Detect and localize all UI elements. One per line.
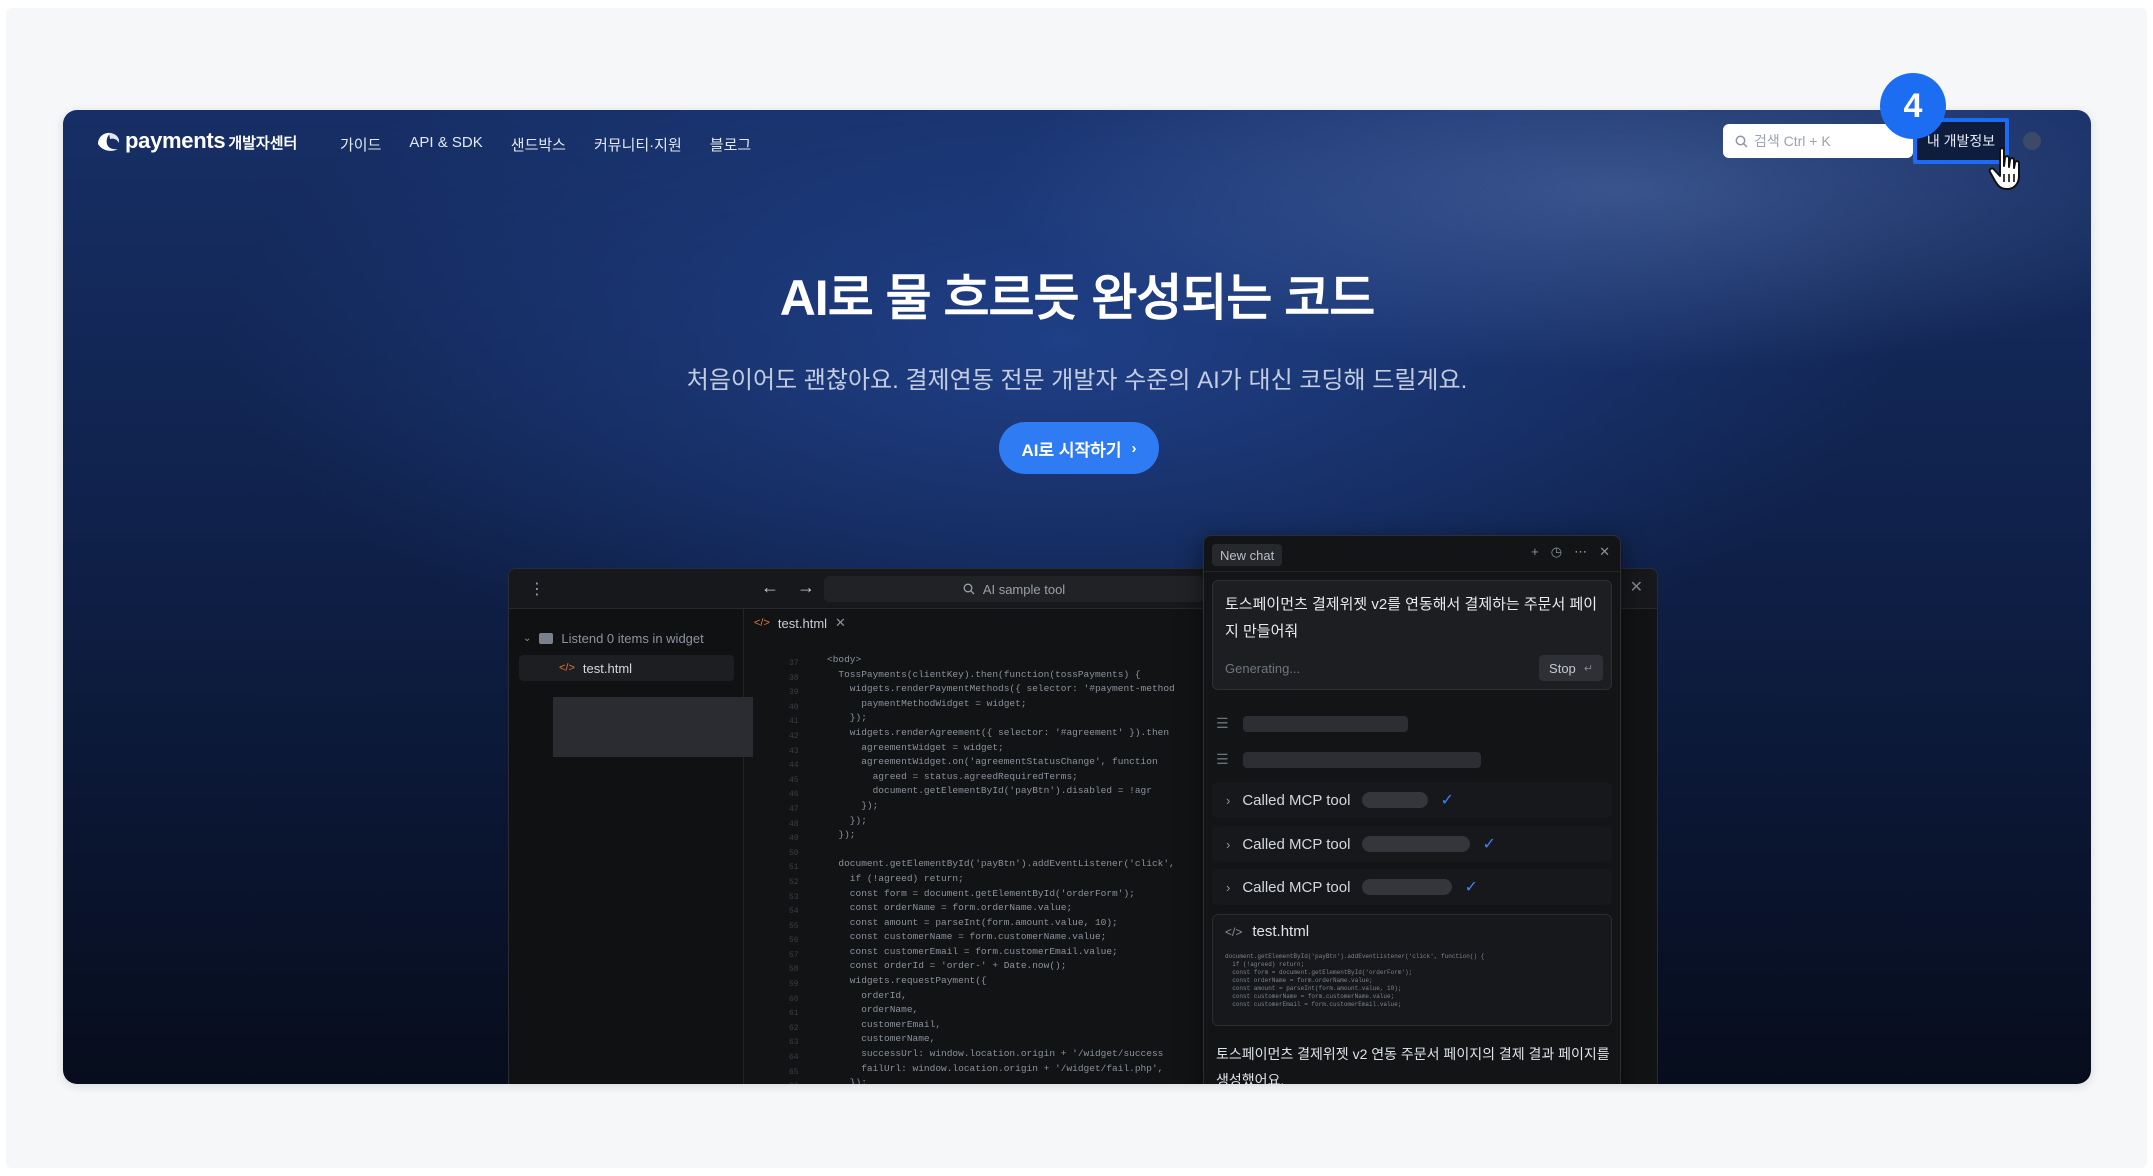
enter-key-icon: ↵ [1583,662,1593,675]
search-input[interactable] [1754,133,1904,149]
stop-button[interactable]: Stop ↵ [1539,655,1603,681]
file-explorer: ⌄ Listend 0 items in widget </> test.htm… [509,609,753,1084]
search-icon [1735,135,1748,148]
history-icon[interactable]: ◷ [1551,544,1562,560]
nav-link-blog[interactable]: 블로그 [710,134,751,155]
nav-link-guide[interactable]: 가이드 [340,134,381,155]
hand-pointer-icon [1988,147,2020,190]
plus-icon[interactable]: + [1531,544,1539,560]
search-icon [963,583,975,595]
top-nav: payments 개발자센터 가이드 API & SDK 샌드박스 커뮤니티·지… [63,110,2091,174]
file-label: test.html [582,660,633,676]
filter-icon: ☰ [1216,715,1229,731]
user-prompt: 토스페이먼츠 결제위젯 v2를 연동해서 결제하는 주문서 페이지 만들어줘 [1225,596,1598,640]
tool-call-label: Called MCP tool [1242,791,1351,809]
thinking-placeholder: ☰ [1216,751,1481,768]
prompt-box: 토스페이먼츠 결제위젯 v2를 연동해서 결제하는 주문서 페이지 만들어줘 G… [1212,580,1612,690]
hero-subtitle: 처음이어도 괜찮아요. 결제연동 전문 개발자 수준의 AI가 대신 코딩해 드… [686,367,1468,394]
more-horizontal-icon[interactable]: ⋯ [1574,544,1587,560]
tool-call-row[interactable]: › Called MCP tool ✓ [1212,826,1612,862]
editor-search[interactable]: AI sample tool [824,576,1204,602]
start-ai-button-label: AI로 시작하기 [1021,440,1122,460]
chevron-right-icon: › [1226,879,1231,895]
tool-call-label: Called MCP tool [1242,878,1351,896]
filter-icon: ☰ [1216,751,1229,767]
screenshot-frame: payments 개발자센터 가이드 API & SDK 샌드박스 커뮤니티·지… [63,110,2091,1084]
chevron-right-icon: › [1131,439,1137,457]
html-file-icon: </> [754,617,770,629]
tool-name-pill [1362,836,1471,852]
ai-chat-panel: New chat + ◷ ⋯ ✕ 토스페이먼츠 결제위젯 v2를 연동해서 결제… [1203,535,1621,1084]
back-arrow-icon[interactable]: ← [761,577,779,598]
tool-call-label: Called MCP tool [1242,835,1351,853]
chat-actions: + ◷ ⋯ ✕ [1531,544,1610,560]
close-icon[interactable]: ✕ [1630,577,1643,597]
line-number-gutter: 37 38 39 40 41 42 43 44 45 46 47 48 49 5… [789,659,799,1084]
editor-history-nav: ← → [761,577,815,598]
tool-name-pill [1362,879,1453,895]
more-vertical-icon[interactable]: ⋮ [529,579,545,599]
editor-search-label: AI sample tool [982,581,1066,597]
forward-arrow-icon[interactable]: → [797,577,815,598]
assistant-result-message: 토스페이먼츠 결제위젯 v2 연동 주문서 페이지의 결제 결과 페이지를 생성… [1216,1046,1610,1084]
loading-bar [1242,715,1408,732]
check-icon: ✓ [1464,879,1478,896]
thinking-placeholder: ☰ [1216,715,1408,732]
chevron-down-icon: ⌄ [523,633,532,644]
close-icon[interactable]: ✕ [1599,544,1610,560]
chat-header: New chat + ◷ ⋯ ✕ [1204,536,1620,572]
file-item-test-html[interactable]: </> test.html [519,655,734,681]
nav-link-api-sdk[interactable]: API & SDK [409,134,482,155]
explorer-placeholder [553,697,753,757]
check-icon: ✓ [1440,792,1454,809]
tool-call-row[interactable]: › Called MCP tool ✓ [1212,782,1612,818]
nav-links: 가이드 API & SDK 샌드박스 커뮤니티·지원 블로그 [340,134,751,155]
editor-tab[interactable]: </> test.html ✕ [754,615,846,631]
tool-name-pill [1362,792,1429,808]
search-box[interactable] [1723,124,1913,158]
code-content: <body> TossPayments(clientKey).then(func… [827,654,1175,1084]
html-file-icon: </> [559,662,575,674]
brand-name: payments [125,128,226,153]
start-ai-button[interactable]: AI로 시작하기 › [999,422,1159,474]
folder-icon [539,633,554,644]
chevron-right-icon: › [1226,836,1231,852]
brand-suffix: 개발자센터 [228,135,298,152]
chat-tab[interactable]: New chat [1212,544,1283,566]
editor-tab-label: test.html [777,615,828,631]
file-card-header: </> test.html [1225,923,1309,940]
loading-bar [1242,751,1481,768]
brand-logo[interactable]: payments 개발자센터 [95,128,297,154]
check-icon: ✓ [1482,836,1496,853]
folder-label: Listend 0 items in widget [561,631,704,646]
folder-node[interactable]: ⌄ Listend 0 items in widget [523,631,704,646]
nav-link-sandbox[interactable]: 샌드박스 [511,134,566,155]
nav-link-community[interactable]: 커뮤니티·지원 [594,134,682,155]
step-badge: 4 [1880,73,1946,139]
stop-button-label: Stop [1549,660,1576,676]
file-card-code: document.getElementById('payBtn').addEve… [1225,953,1485,1008]
chevron-right-icon: › [1226,792,1231,808]
file-preview-card[interactable]: </> test.html document.getElementById('p… [1212,914,1612,1026]
toss-logo-icon [98,132,120,151]
file-card-name: test.html [1252,923,1310,940]
hero-title: AI로 물 흐르듯 완성되는 코드 [779,270,1376,326]
generating-status: Generating... [1225,661,1301,676]
tool-call-row[interactable]: › Called MCP tool ✓ [1212,869,1612,905]
code-icon: </> [1225,924,1243,939]
close-tab-icon[interactable]: ✕ [835,615,846,631]
